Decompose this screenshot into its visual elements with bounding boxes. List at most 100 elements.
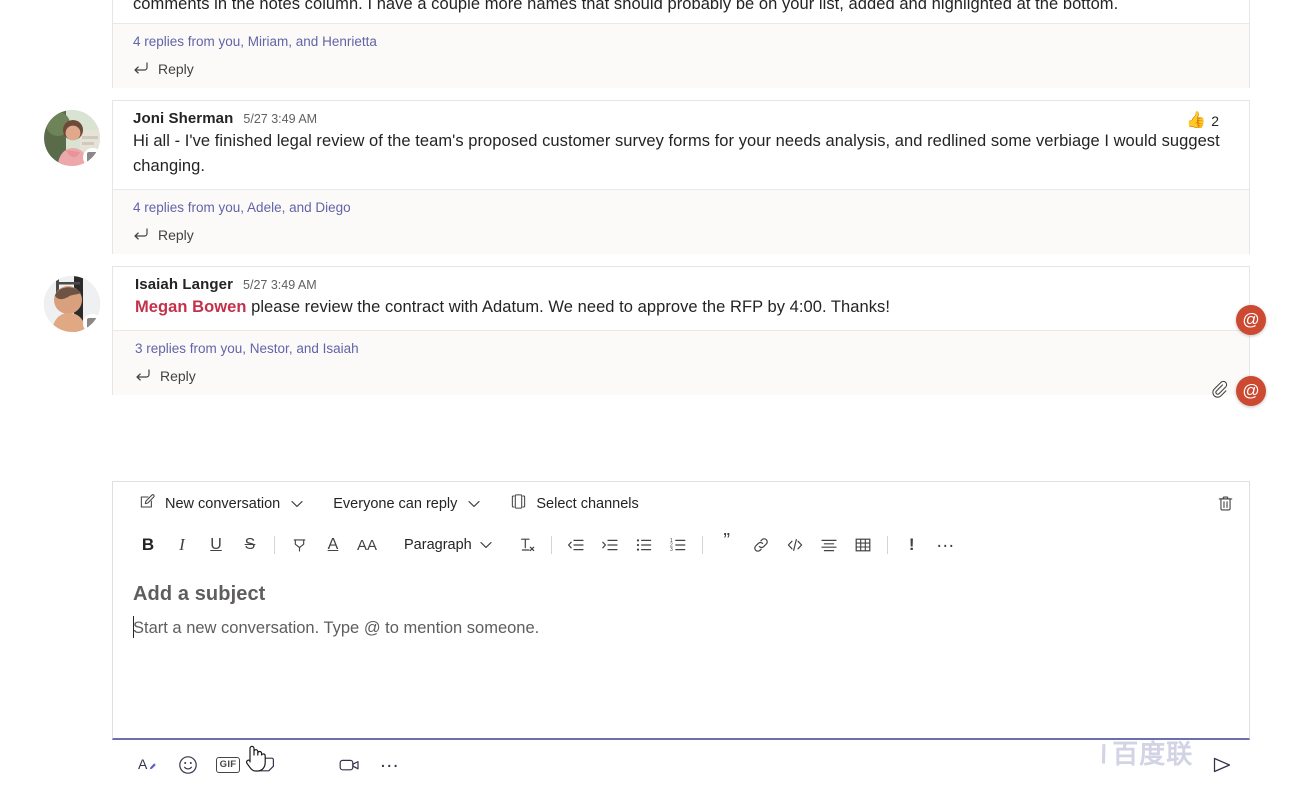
message-body: comments in the notes column. I have a c… xyxy=(113,0,1249,23)
message-card: Isaiah Langer 5/27 3:49 AM Megan Bowen p… xyxy=(112,266,1250,395)
reaction-pill[interactable]: 👍 2 xyxy=(1186,113,1219,129)
message-text: comments in the notes column. I have a c… xyxy=(133,0,1231,17)
select-channels-button[interactable]: Select channels xyxy=(504,489,644,518)
message-card: comments in the notes column. I have a c… xyxy=(112,0,1250,88)
message-author: Joni Sherman xyxy=(133,111,233,126)
meet-now-icon[interactable] xyxy=(330,745,370,785)
font-size-button[interactable]: AA xyxy=(350,529,384,561)
link-icon[interactable] xyxy=(744,529,778,561)
reply-arrow-icon xyxy=(133,62,149,76)
reply-label: Reply xyxy=(158,61,194,77)
text-caret xyxy=(133,616,134,638)
increase-indent-icon[interactable] xyxy=(593,529,627,561)
message-text: Megan Bowen please review the contract w… xyxy=(135,295,1231,320)
mention-badge-top[interactable]: @ xyxy=(1236,305,1266,335)
message-block-joni: Joni Sherman 5/27 3:49 AM Hi all - I've … xyxy=(0,100,1308,254)
chevron-down-icon xyxy=(480,537,492,553)
message-footer: 4 replies from you, Miriam, and Henriett… xyxy=(113,23,1249,88)
reply-label: Reply xyxy=(160,368,196,384)
conversation-thread: comments in the notes column. I have a c… xyxy=(0,0,1308,395)
everyone-can-reply-dropdown[interactable]: Everyone can reply xyxy=(327,492,486,516)
message-header: Joni Sherman 5/27 3:49 AM xyxy=(133,111,1231,126)
thumbs-up-icon: 👍 xyxy=(1186,113,1206,129)
italic-button[interactable]: I xyxy=(165,529,199,561)
bold-button[interactable]: B xyxy=(131,529,165,561)
align-icon[interactable] xyxy=(812,529,846,561)
reply-label: Reply xyxy=(158,227,194,243)
reply-arrow-icon xyxy=(133,228,149,242)
message-input-placeholder: Start a new conversation. Type @ to ment… xyxy=(133,619,539,637)
highlight-icon[interactable] xyxy=(282,529,316,561)
channels-icon xyxy=(510,493,527,514)
message-block-truncated: comments in the notes column. I have a c… xyxy=(0,0,1308,88)
message-timestamp: 5/27 3:49 AM xyxy=(243,279,317,292)
message-input[interactable]: Start a new conversation. Type @ to ment… xyxy=(113,606,1249,641)
replies-summary-link[interactable]: 4 replies from you, Miriam, and Henriett… xyxy=(133,34,377,49)
message-timestamp: 5/27 3:49 AM xyxy=(243,113,317,126)
presence-badge xyxy=(83,148,100,166)
toolbar-divider xyxy=(702,536,703,554)
mention-chip[interactable]: Megan Bowen xyxy=(135,298,246,316)
avatar[interactable] xyxy=(44,276,100,332)
chevron-down-icon xyxy=(291,496,303,512)
table-icon[interactable] xyxy=(846,529,880,561)
format-icon[interactable]: A xyxy=(128,745,168,785)
compose-box: New conversation Everyone can reply Sele… xyxy=(112,481,1250,740)
font-color-button[interactable]: A xyxy=(316,529,350,561)
avatar[interactable] xyxy=(44,110,100,166)
chevron-down-icon xyxy=(468,496,480,512)
new-conversation-label: New conversation xyxy=(165,496,280,512)
code-icon[interactable] xyxy=(778,529,812,561)
message-header: Isaiah Langer 5/27 3:49 AM xyxy=(135,277,1231,292)
message-text: Hi all - I've finished legal review of t… xyxy=(133,129,1231,179)
message-card: Joni Sherman 5/27 3:49 AM Hi all - I've … xyxy=(112,100,1250,254)
important-icon[interactable]: ! xyxy=(895,529,929,561)
mention-badge-bottom[interactable]: @ xyxy=(1236,376,1266,406)
send-button[interactable] xyxy=(1204,747,1240,783)
strikethrough-button[interactable]: S xyxy=(233,529,267,561)
paragraph-label: Paragraph xyxy=(404,537,472,553)
reply-button[interactable]: Reply xyxy=(133,61,1231,77)
reaction-count: 2 xyxy=(1211,113,1219,129)
toolbar-divider xyxy=(274,536,275,554)
svg-text:3: 3 xyxy=(670,547,673,553)
giphy-icon[interactable]: GIF xyxy=(208,745,248,785)
quote-icon[interactable]: ” xyxy=(710,529,744,561)
replies-summary-link[interactable]: 4 replies from you, Adele, and Diego xyxy=(133,200,351,215)
reply-arrow-icon xyxy=(135,369,151,383)
presence-badge xyxy=(83,314,100,332)
more-options-icon[interactable]: … xyxy=(370,745,410,785)
compose-action-bar: A GIF … xyxy=(112,742,1250,788)
clear-formatting-icon[interactable] xyxy=(510,529,544,561)
format-toolbar: B I U S A AA Paragraph xyxy=(113,525,1249,565)
message-footer: 4 replies from you, Adele, and Diego Rep… xyxy=(113,189,1249,254)
paragraph-style-dropdown[interactable]: Paragraph xyxy=(396,533,500,557)
new-conversation-dropdown[interactable]: New conversation xyxy=(133,489,309,518)
svg-text:A: A xyxy=(138,756,148,772)
subject-input[interactable]: Add a subject xyxy=(113,565,1249,606)
message-text-rest: please review the contract with Adatum. … xyxy=(246,298,889,316)
message-author: Isaiah Langer xyxy=(135,277,233,292)
decrease-indent-icon[interactable] xyxy=(559,529,593,561)
delete-button[interactable] xyxy=(1209,488,1241,520)
message-footer: 3 replies from you, Nestor, and Isaiah R… xyxy=(113,330,1249,395)
numbered-list-icon[interactable]: 1 2 3 xyxy=(661,529,695,561)
message-block-isaiah: Isaiah Langer 5/27 3:49 AM Megan Bowen p… xyxy=(0,266,1308,395)
bulleted-list-icon[interactable] xyxy=(627,529,661,561)
toolbar-divider xyxy=(887,536,888,554)
message-body: Isaiah Langer 5/27 3:49 AM Megan Bowen p… xyxy=(113,267,1249,330)
emoji-icon[interactable] xyxy=(168,745,208,785)
sticker-icon[interactable] xyxy=(248,745,288,785)
message-body: Joni Sherman 5/27 3:49 AM Hi all - I've … xyxy=(113,101,1249,189)
reply-button[interactable]: Reply xyxy=(133,227,1231,243)
replies-summary-link[interactable]: 3 replies from you, Nestor, and Isaiah xyxy=(135,341,359,356)
select-channels-label: Select channels xyxy=(536,496,638,512)
compose-header: New conversation Everyone can reply Sele… xyxy=(113,482,1249,525)
more-format-options-icon[interactable]: … xyxy=(929,529,963,561)
compose-pencil-icon xyxy=(139,493,156,514)
reply-button[interactable]: Reply xyxy=(135,368,1231,384)
everyone-can-reply-label: Everyone can reply xyxy=(333,496,457,512)
giphy-label: GIF xyxy=(216,757,241,773)
underline-button[interactable]: U xyxy=(199,529,233,561)
attachment-icon[interactable] xyxy=(1209,379,1231,406)
